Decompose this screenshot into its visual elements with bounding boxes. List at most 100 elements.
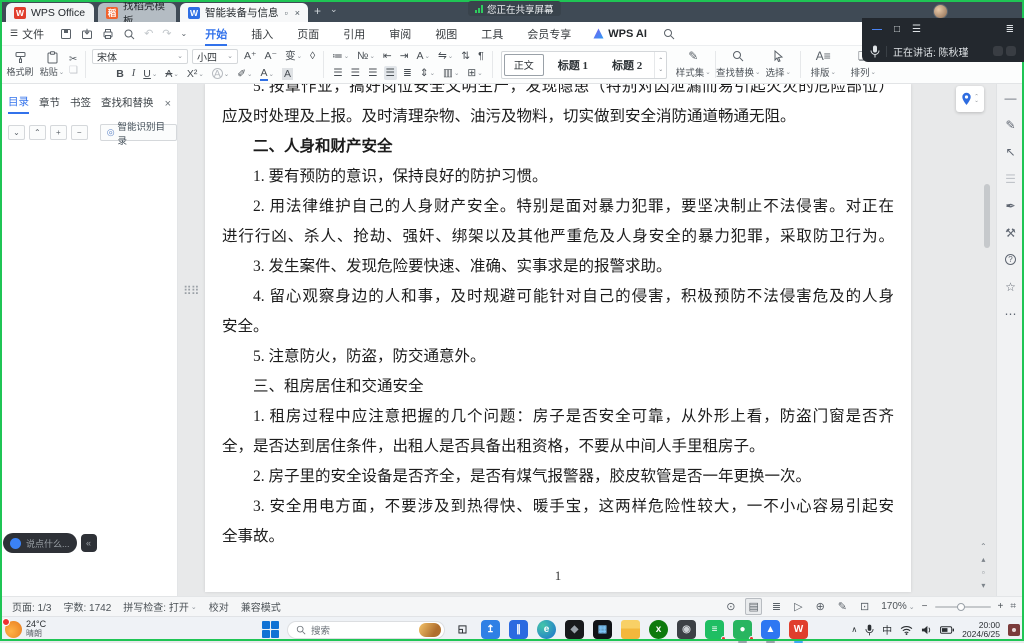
overlay-menu-icon[interactable]: ≣ bbox=[1006, 24, 1014, 35]
read-mode-icon[interactable]: ⊙ bbox=[723, 598, 738, 615]
taskbar-icon-meeting[interactable]: ∥ bbox=[509, 620, 528, 639]
select-cursor-icon[interactable]: ↖ bbox=[997, 138, 1024, 165]
taskbar-icon-wechat[interactable]: ● bbox=[733, 620, 752, 639]
paste-button[interactable]: 粘贴⌄ bbox=[36, 51, 68, 78]
styles-scroll-down-icon[interactable]: ⌄ bbox=[658, 66, 663, 73]
overlay-window-icon[interactable]: □ bbox=[894, 24, 900, 35]
toc-collapse-button[interactable]: ⌃ bbox=[29, 125, 46, 140]
line-spacing-icon[interactable]: ⇕⌄ bbox=[418, 66, 437, 80]
ime-indicator[interactable]: 中 bbox=[882, 622, 892, 637]
wps-ai-button[interactable]: WPS AI bbox=[583, 28, 657, 40]
taskbar-icon-file-explorer[interactable] bbox=[621, 620, 640, 639]
phonetic-guide-icon[interactable]: A⌄ bbox=[210, 67, 231, 81]
word-count[interactable]: 字数: 1742 bbox=[63, 599, 111, 614]
export-icon[interactable] bbox=[81, 28, 93, 40]
taskbar-icon-xbox[interactable]: x bbox=[649, 620, 668, 639]
char-scale-icon[interactable]: A⌄ bbox=[415, 49, 432, 63]
zoom-out-button[interactable]: − bbox=[922, 601, 928, 612]
tab-close-icon[interactable]: × bbox=[295, 8, 300, 18]
help-icon[interactable]: ? bbox=[997, 246, 1024, 273]
toc-zoom-out-button[interactable]: − bbox=[71, 125, 88, 140]
proofread-button[interactable]: 校对 bbox=[209, 599, 229, 614]
toc-zoom-in-button[interactable]: + bbox=[50, 125, 67, 140]
notifications-icon[interactable] bbox=[1008, 624, 1020, 636]
zoom-level[interactable]: 170%⌄ bbox=[881, 601, 914, 612]
menu-tab-视图[interactable]: 视图 bbox=[423, 22, 469, 46]
taskbar-weather-widget[interactable]: 24°C 晴朗 bbox=[0, 620, 46, 638]
style-normal[interactable]: 正文 bbox=[504, 54, 544, 76]
nav-panel-close-icon[interactable]: × bbox=[165, 98, 171, 110]
style-heading-1[interactable]: 标题 1 bbox=[546, 52, 600, 78]
prev-page-icon[interactable]: ▴ bbox=[981, 555, 985, 564]
font-color-icon[interactable]: A⌄ bbox=[258, 67, 275, 81]
pin-down-icon[interactable]: ⌄ bbox=[974, 99, 979, 103]
border-icon[interactable]: ⊞⌄ bbox=[465, 66, 484, 80]
toc-expand-button[interactable]: ⌄ bbox=[8, 125, 25, 140]
clear-format-icon[interactable]: ◊ bbox=[308, 49, 317, 63]
increase-indent-icon[interactable]: ⇥ bbox=[398, 49, 411, 63]
italic-icon[interactable]: I bbox=[130, 67, 138, 81]
search-highlight-image[interactable] bbox=[419, 623, 441, 637]
taskbar-icon-docs[interactable]: ▲ bbox=[761, 620, 780, 639]
taskbar-clock[interactable]: 20:00 2024/6/25 bbox=[962, 621, 1000, 639]
zoom-slider-handle[interactable] bbox=[957, 603, 965, 611]
select-button[interactable]: 选择⌄ bbox=[758, 46, 798, 83]
bold-icon[interactable]: B bbox=[114, 67, 126, 81]
taskbar-icon-store[interactable]: ▦ bbox=[593, 620, 612, 639]
file-menu-button[interactable]: ☰ 文件 bbox=[0, 26, 54, 42]
menu-tab-会员专享[interactable]: 会员专享 bbox=[515, 22, 583, 46]
start-button[interactable] bbox=[262, 621, 279, 638]
taskbar-search[interactable]: 搜索 bbox=[287, 621, 445, 639]
edit-mode-icon[interactable]: ✎ bbox=[835, 598, 850, 615]
distribute-icon[interactable]: ≣ bbox=[401, 66, 414, 80]
outline-view-icon[interactable]: ≣ bbox=[769, 598, 784, 615]
taskbar-icon-screen-cast[interactable]: ↥ bbox=[481, 620, 500, 639]
increase-font-size-icon[interactable]: A⁺ bbox=[242, 49, 259, 63]
taskbar-icon-dark-app[interactable]: ◆ bbox=[565, 620, 584, 639]
autoplay-icon[interactable]: ▷ bbox=[791, 598, 805, 615]
zoom-slider[interactable] bbox=[935, 606, 991, 608]
nav-tab-章节[interactable]: 章节 bbox=[39, 95, 60, 113]
tab-list-icon[interactable]: ⌄ bbox=[330, 4, 338, 15]
decrease-font-size-icon[interactable]: A⁻ bbox=[263, 49, 280, 63]
undo-icon[interactable]: ↶ bbox=[144, 27, 153, 40]
signature-icon[interactable]: ✒ bbox=[997, 192, 1024, 219]
tab-restore-icon[interactable]: ▫ bbox=[285, 8, 288, 18]
menu-tab-引用[interactable]: 引用 bbox=[331, 22, 377, 46]
web-view-icon[interactable]: ⊕ bbox=[813, 598, 828, 615]
spellcheck-toggle[interactable]: 拼写检查: 打开⌄ bbox=[123, 599, 196, 614]
browse-object-icon[interactable]: ▫ bbox=[982, 568, 985, 577]
nav-tab-书签[interactable]: 书签 bbox=[70, 95, 91, 113]
scroll-up-icon[interactable]: ⌃ bbox=[980, 542, 987, 551]
fullscreen-icon[interactable]: ⌗ bbox=[1010, 601, 1016, 612]
adjust-icon[interactable]: ☰ bbox=[997, 165, 1024, 192]
font-size-select[interactable]: 小四 ⌄ bbox=[192, 49, 238, 64]
page-view-icon[interactable]: ▤ bbox=[745, 598, 761, 615]
superscript-icon[interactable]: X²⌄ bbox=[185, 67, 206, 81]
zoom-in-button[interactable]: + bbox=[998, 601, 1004, 612]
overlay-list-icon[interactable]: ☰ bbox=[912, 24, 921, 35]
sort-icon[interactable]: ⇅ bbox=[459, 49, 472, 63]
shapes-icon[interactable]: ☆ bbox=[997, 273, 1024, 300]
position-pin-widget[interactable]: ⌃⌄ bbox=[956, 86, 984, 112]
annotate-pen-icon[interactable]: ✎ bbox=[997, 111, 1024, 138]
menu-tab-插入[interactable]: 插入 bbox=[239, 22, 285, 46]
chat-collapse-button[interactable]: « bbox=[81, 534, 97, 552]
tab-active-document[interactable]: W 智能装备与信息系-实践教学安 ▫ × bbox=[180, 3, 308, 22]
copy-icon[interactable]: ❏ bbox=[69, 65, 78, 76]
mic-icon[interactable] bbox=[865, 624, 874, 636]
align-left-icon[interactable]: ☰ bbox=[331, 66, 344, 80]
decrease-indent-icon[interactable]: ⇤ bbox=[381, 49, 394, 63]
print-icon[interactable] bbox=[102, 28, 114, 40]
wifi-icon[interactable] bbox=[900, 625, 913, 635]
menu-tab-工具[interactable]: 工具 bbox=[469, 22, 515, 46]
taskbar-icon-camera[interactable]: ◉ bbox=[677, 620, 696, 639]
find-replace-button[interactable]: 查找替换⌄ bbox=[718, 46, 758, 83]
more-icon[interactable]: ⋯ bbox=[997, 300, 1024, 327]
nav-tab-查找和替换[interactable]: 查找和替换 bbox=[101, 95, 154, 113]
next-page-icon[interactable]: ▾ bbox=[981, 581, 985, 590]
focus-mode-icon[interactable]: ⊡ bbox=[857, 598, 872, 615]
align-center-icon[interactable]: ☰ bbox=[349, 66, 362, 80]
speaker-icon[interactable] bbox=[921, 625, 932, 635]
tab-wps-home[interactable]: W WPS Office bbox=[6, 3, 94, 22]
